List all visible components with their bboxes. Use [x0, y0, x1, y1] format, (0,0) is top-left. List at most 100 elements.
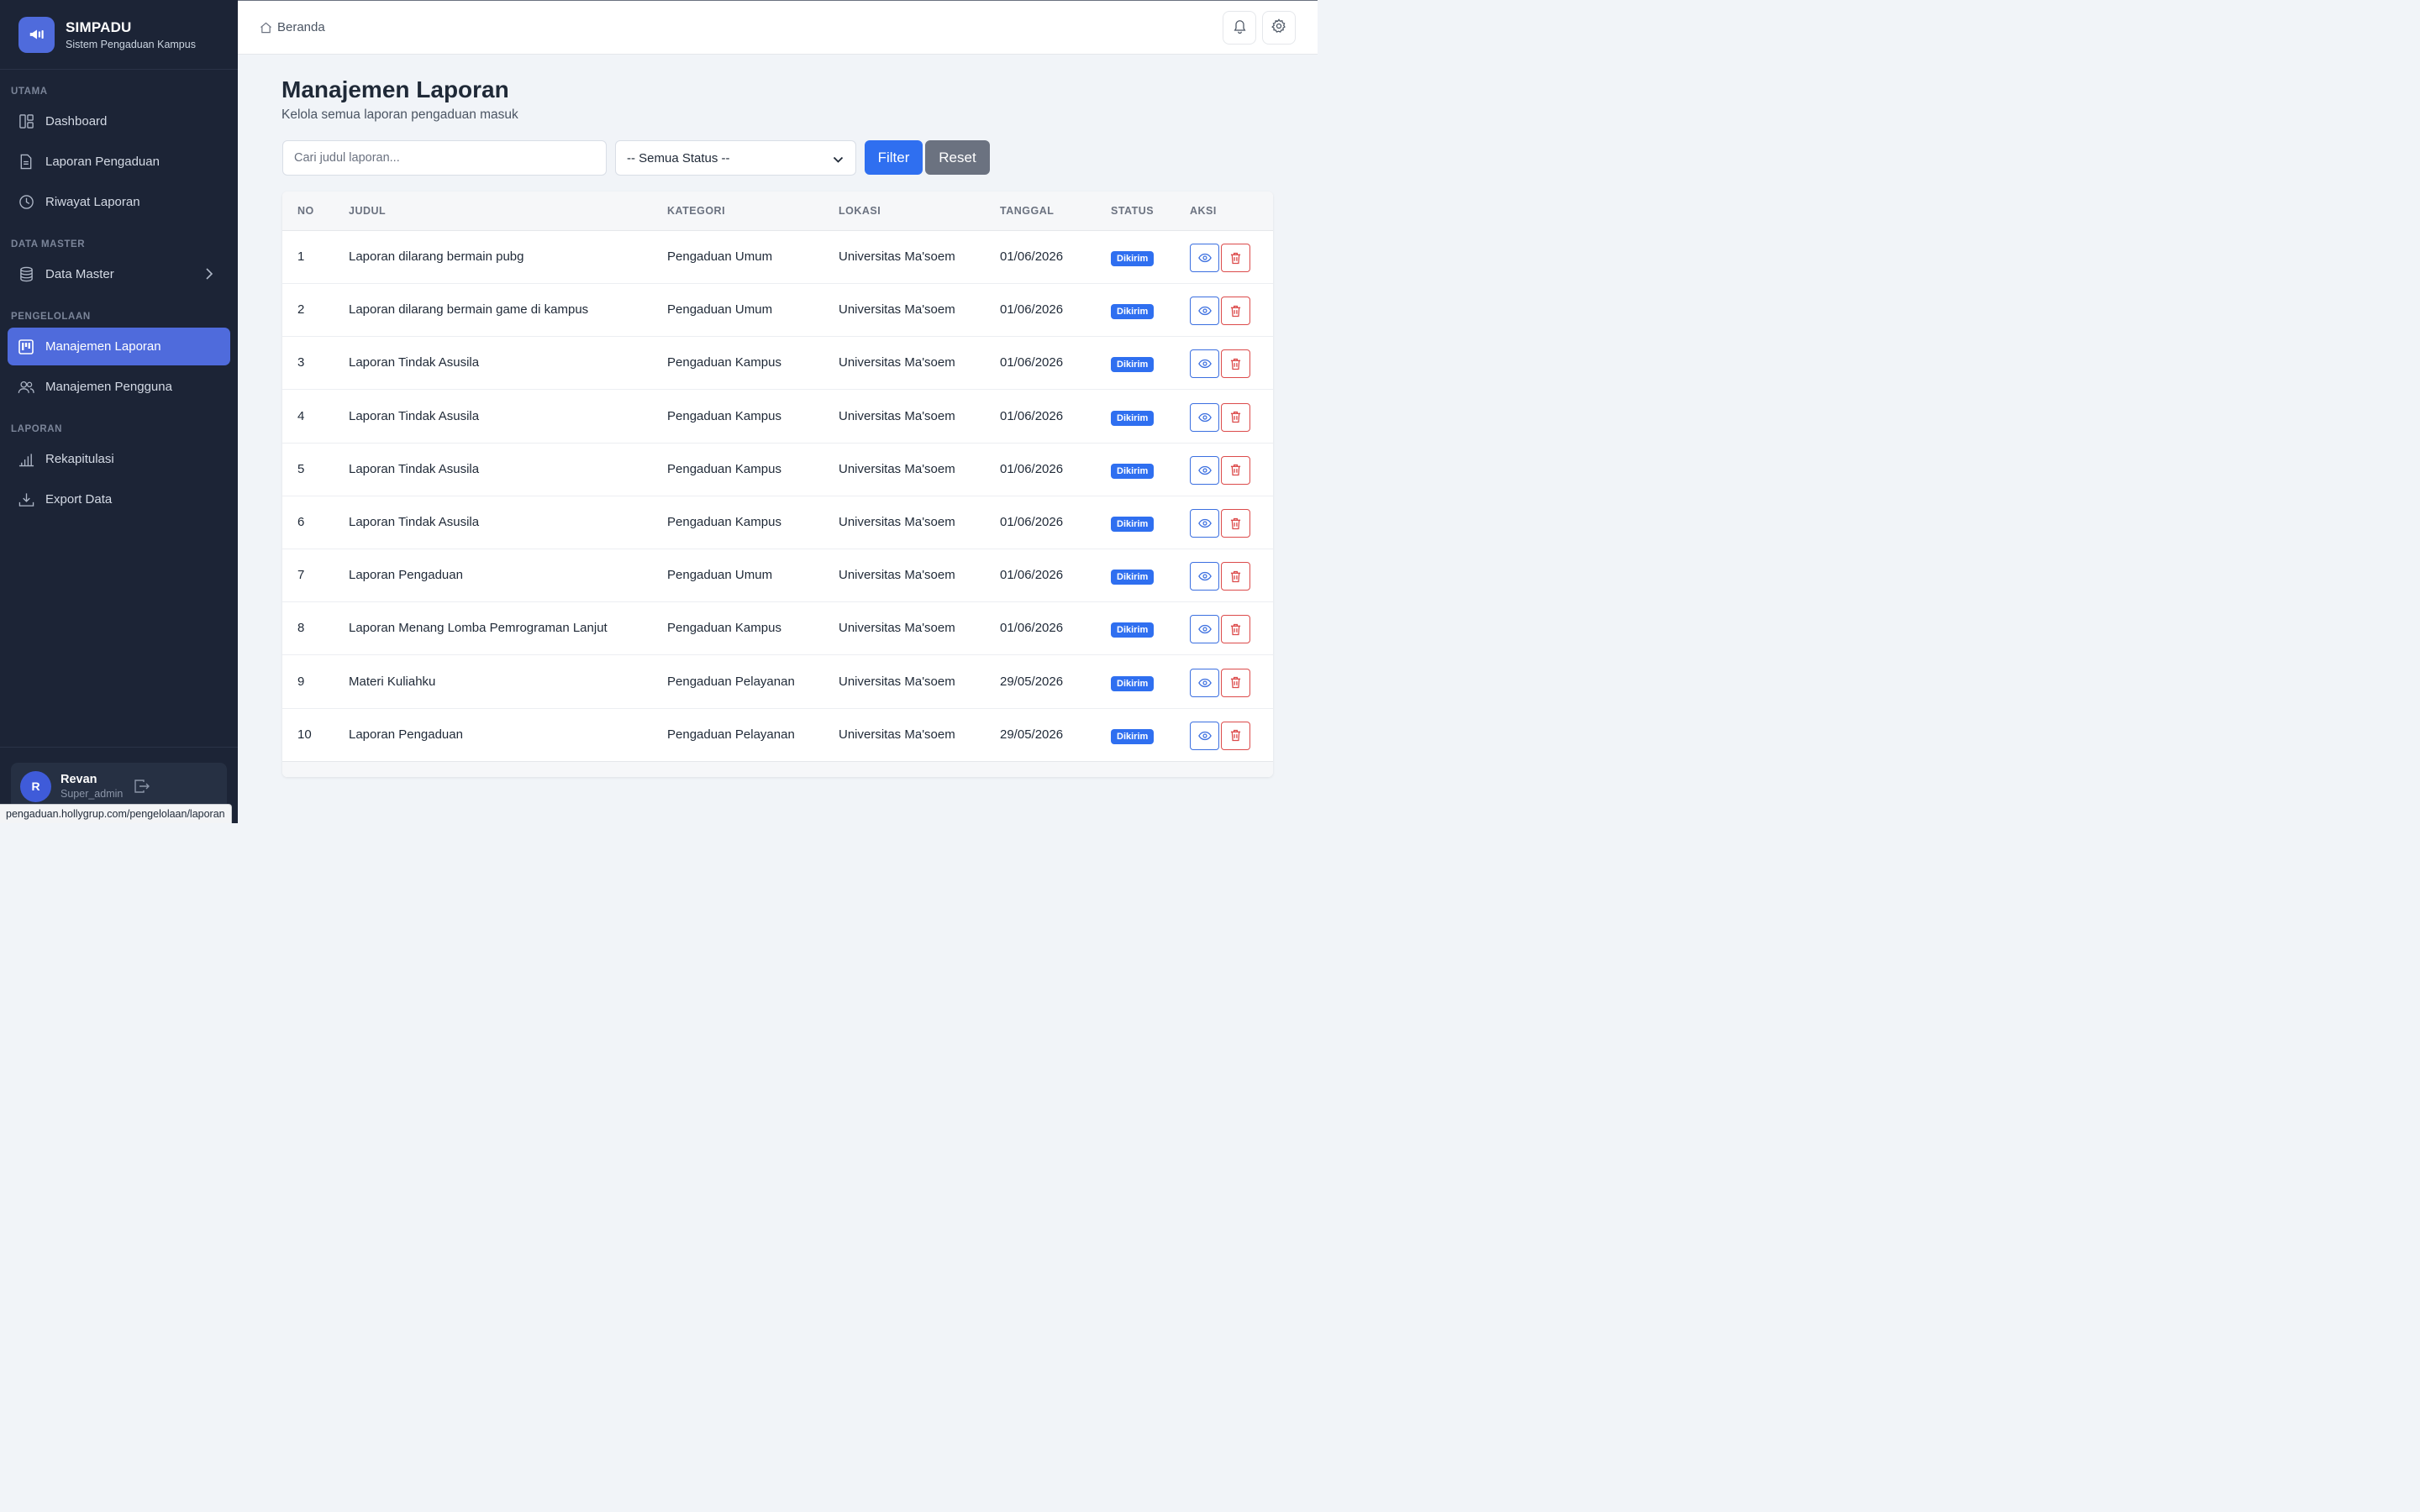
view-button[interactable] [1190, 721, 1219, 750]
megaphone-icon [18, 16, 55, 53]
kanban-icon [18, 339, 34, 355]
cell-no: 5 [297, 461, 305, 476]
delete-button[interactable] [1221, 668, 1250, 697]
cell-kategori: Pengaduan Pelayanan [667, 727, 795, 742]
page-title: Manajemen Laporan [281, 76, 509, 102]
delete-button[interactable] [1221, 402, 1250, 432]
cell-tanggal: 01/06/2026 [1000, 249, 1064, 264]
view-button[interactable] [1190, 455, 1219, 485]
sidebar-item-rekapitulasi[interactable]: Rekapitulasi [8, 440, 230, 478]
filter-button[interactable]: Filter [865, 140, 923, 175]
cell-tanggal: 29/05/2026 [1000, 727, 1064, 742]
cell-kategori: Pengaduan Umum [667, 568, 773, 583]
sidebar-item-label: Dashboard [45, 114, 108, 129]
search-input[interactable] [282, 140, 607, 176]
sidebar-item-export-data[interactable]: Export Data [8, 480, 230, 518]
th-tanggal: TANGGAL [1000, 205, 1055, 217]
cell-lokasi: Universitas Ma'soem [839, 621, 955, 636]
view-button[interactable] [1190, 297, 1219, 326]
cell-judul: Laporan Menang Lomba Pemrograman Lanjut [349, 621, 608, 636]
table-row: 3 Laporan Tindak Asusila Pengaduan Kampus U… [282, 337, 1273, 391]
delete-button[interactable] [1221, 615, 1250, 644]
sidebar-item-riwayat-laporan[interactable]: Riwayat Laporan [8, 183, 230, 221]
sidebar-item-manajemen-laporan[interactable]: Manajemen Laporan [8, 328, 230, 365]
delete-button[interactable] [1221, 244, 1250, 272]
sidebar-item-laporan-pengaduan[interactable]: Laporan Pengaduan [8, 143, 230, 181]
cell-no: 2 [297, 302, 305, 318]
status-bar-url: pengaduan.hollygrup.com/pengelolaan/lapo… [0, 804, 232, 823]
table-row: 9 Materi Kuliahku Pengaduan Pelayanan Unive… [282, 656, 1273, 709]
th-kategori: KATEGORI [667, 205, 726, 217]
cell-tanggal: 01/06/2026 [1000, 515, 1064, 529]
delete-button[interactable] [1221, 562, 1250, 591]
cell-no: 1 [297, 249, 305, 264]
view-button[interactable] [1190, 668, 1219, 697]
logout-icon[interactable] [134, 779, 150, 798]
cell-judul: Laporan dilarang bermain pubg [349, 249, 524, 264]
breadcrumb[interactable]: Beranda [260, 20, 325, 34]
reset-button[interactable]: Reset [925, 140, 990, 175]
view-button[interactable] [1190, 402, 1219, 432]
sidebar-item-dashboard[interactable]: Dashboard [8, 102, 230, 140]
topbar: Beranda [238, 0, 1318, 55]
section-label-data-master: DATA MASTER [11, 239, 86, 249]
trash-icon [1230, 729, 1241, 742]
cell-kategori: Pengaduan Kampus [667, 408, 781, 423]
status-select-value: -- Semua Status -- [627, 150, 730, 165]
sidebar-item-label: Rekapitulasi [45, 452, 114, 466]
sidebar-item-manajemen-pengguna[interactable]: Manajemen Pengguna [8, 368, 230, 406]
th-judul: JUDUL [349, 205, 387, 217]
brand[interactable]: SIMPADU Sistem Pengaduan Kampus [0, 0, 238, 70]
bell-icon [1233, 18, 1247, 38]
dashboard-icon [18, 113, 34, 130]
cell-tanggal: 01/06/2026 [1000, 355, 1064, 370]
cell-lokasi: Universitas Ma'soem [839, 461, 955, 476]
table-footer [282, 761, 1273, 777]
status-badge: Dikirim [1111, 463, 1155, 479]
view-button[interactable] [1190, 615, 1219, 644]
cell-judul: Laporan Tindak Asusila [349, 461, 480, 476]
cell-no: 10 [297, 727, 312, 742]
trash-icon [1230, 517, 1241, 530]
status-badge: Dikirim [1111, 357, 1155, 373]
delete-button[interactable] [1221, 455, 1250, 485]
trash-icon [1230, 305, 1241, 318]
sidebar: SIMPADU Sistem Pengaduan Kampus UTAMA Da… [0, 0, 238, 823]
sidebar-divider [0, 747, 238, 748]
status-badge: Dikirim [1111, 410, 1155, 426]
trash-icon [1230, 252, 1241, 265]
reports-table: NO JUDUL KATEGORI LOKASI TANGGAL STATUS … [282, 192, 1273, 777]
delete-button[interactable] [1221, 509, 1250, 538]
status-select[interactable]: -- Semua Status -- [615, 140, 856, 176]
cell-kategori: Pengaduan Kampus [667, 621, 781, 636]
cell-kategori: Pengaduan Umum [667, 302, 773, 318]
notification-button[interactable] [1223, 11, 1256, 45]
view-button[interactable] [1190, 562, 1219, 591]
home-icon [260, 22, 272, 34]
table-header: NO JUDUL KATEGORI LOKASI TANGGAL STATUS … [282, 192, 1273, 231]
th-lokasi: LOKASI [839, 205, 881, 217]
cell-no: 9 [297, 674, 305, 689]
document-icon [18, 154, 34, 171]
eye-icon [1197, 678, 1212, 688]
view-button[interactable] [1190, 509, 1219, 538]
avatar: R [20, 770, 51, 802]
delete-button[interactable] [1221, 297, 1250, 326]
cell-tanggal: 01/06/2026 [1000, 621, 1064, 636]
sidebar-item-data-master[interactable]: Data Master [8, 255, 230, 293]
trash-icon [1230, 676, 1241, 689]
user-card[interactable]: R Revan Super_admin [11, 763, 227, 810]
section-label-pengelolaan: PENGELOLAAN [11, 312, 91, 322]
trash-icon [1230, 623, 1241, 636]
view-button[interactable] [1190, 349, 1219, 379]
users-icon [18, 379, 34, 396]
delete-button[interactable] [1221, 349, 1250, 379]
cell-no: 6 [297, 515, 305, 529]
view-button[interactable] [1190, 244, 1219, 272]
download-icon [18, 491, 34, 508]
settings-button[interactable] [1262, 11, 1296, 45]
th-status: STATUS [1111, 205, 1155, 217]
eye-icon [1197, 359, 1212, 369]
cell-kategori: Pengaduan Umum [667, 249, 773, 264]
delete-button[interactable] [1221, 721, 1250, 750]
